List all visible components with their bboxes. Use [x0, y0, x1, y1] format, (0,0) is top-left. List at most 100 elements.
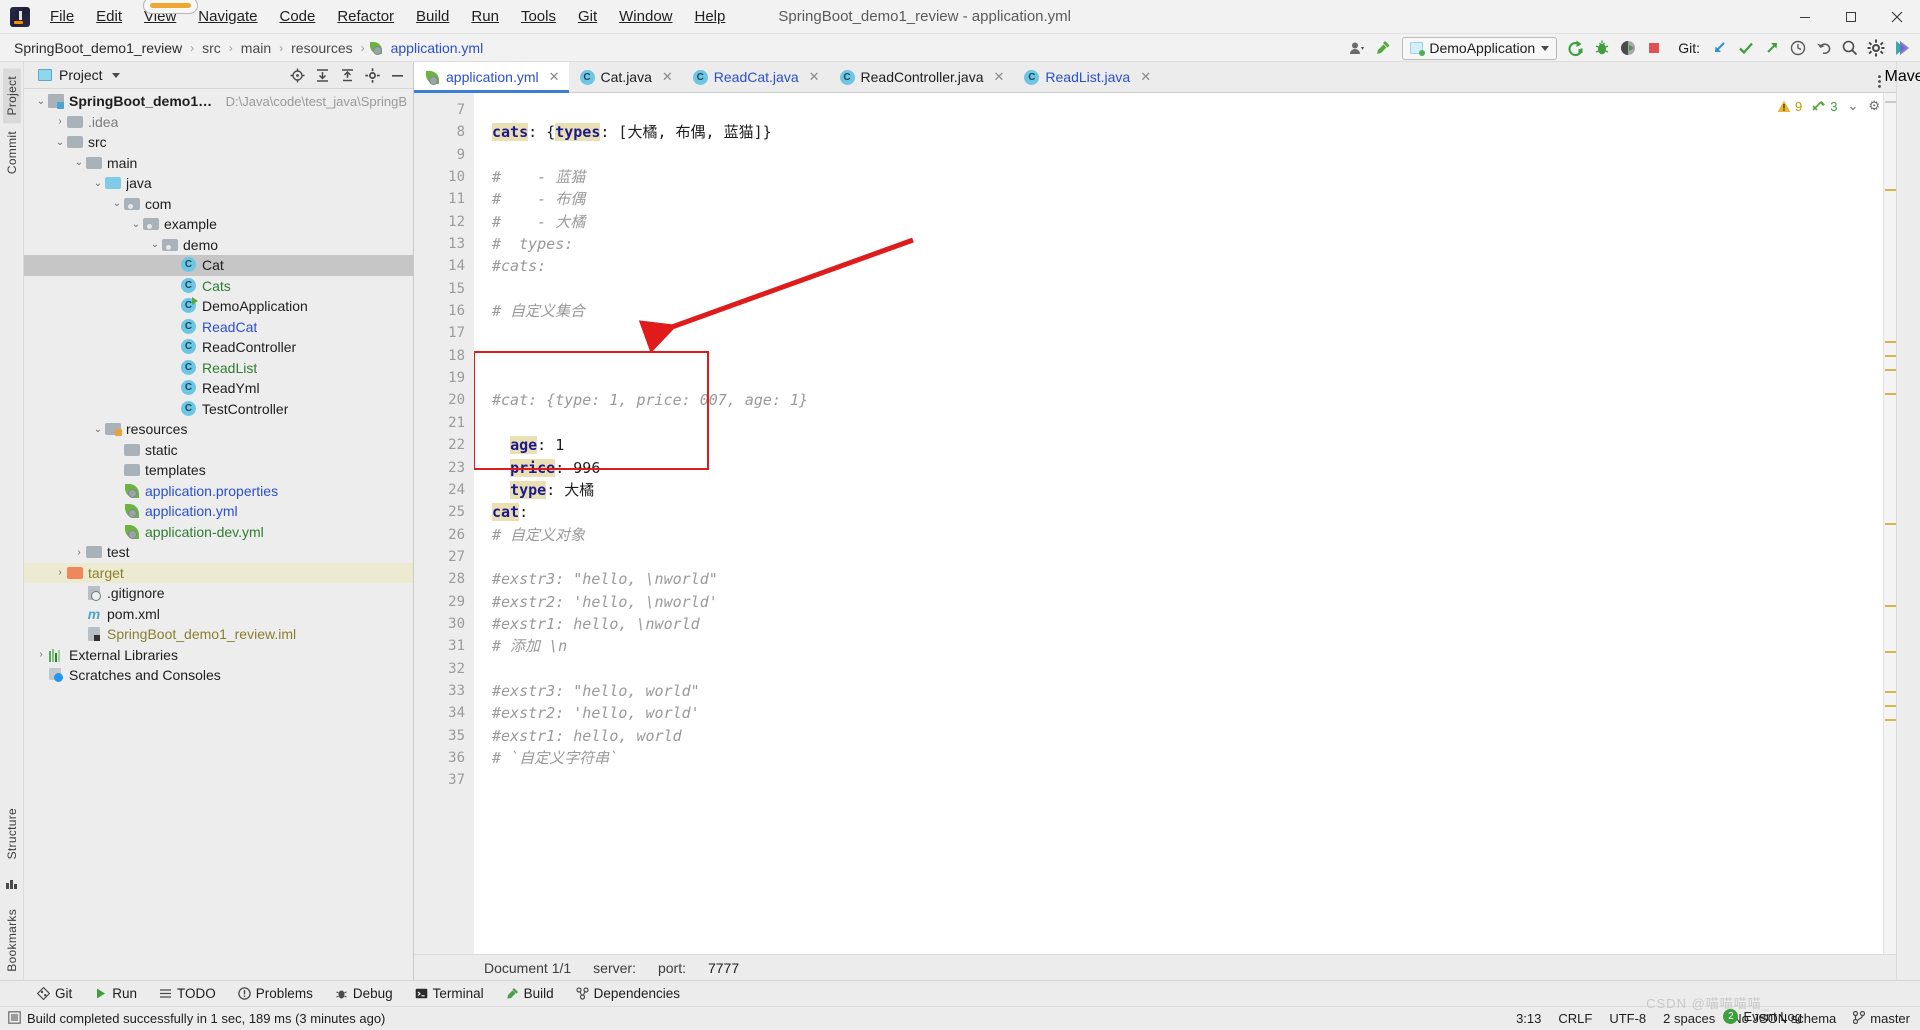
close-icon[interactable]: ✕	[662, 69, 673, 85]
run-configuration-selector[interactable]: DemoApplication	[1402, 36, 1558, 60]
tool-window-debug[interactable]: Debug	[324, 981, 404, 1007]
close-button[interactable]	[1874, 0, 1920, 34]
breadcrumb-src[interactable]: src	[198, 39, 225, 57]
breadcrumb-main[interactable]: main	[237, 39, 275, 57]
menu-run[interactable]: Run	[460, 5, 510, 28]
bookmarks-icon[interactable]	[5, 877, 19, 891]
tree-node-cat[interactable]: C Cat	[24, 255, 413, 276]
editor-tab-readlist-java[interactable]: C ReadList.java ✕	[1013, 62, 1160, 92]
file-encoding[interactable]: UTF-8	[1609, 1011, 1646, 1026]
menu-navigate[interactable]: Navigate	[187, 5, 268, 28]
editor-tab-application-yml[interactable]: application.yml ✕	[414, 62, 569, 93]
close-icon[interactable]: ✕	[549, 69, 560, 85]
code-line[interactable]: # 自定义对象	[474, 524, 1883, 546]
code-line[interactable]: #exstr2: 'hello, \nworld'	[474, 591, 1883, 613]
code-line[interactable]: #exstr1: hello, world	[474, 725, 1883, 747]
tree-node-application-properties[interactable]: application.properties	[24, 481, 413, 502]
run-icon[interactable]	[1564, 36, 1588, 60]
chevron-right-icon[interactable]: ›	[53, 115, 67, 129]
tree-node--gitignore[interactable]: .gitignore	[24, 583, 413, 604]
chevron-down-icon[interactable]: ⌄	[148, 238, 162, 252]
tree-node-testcontroller[interactable]: C TestController	[24, 399, 413, 420]
code-line[interactable]: # 添加 \n	[474, 635, 1883, 657]
code-line[interactable]	[474, 345, 1883, 367]
inspection-settings-icon[interactable]: ⚙	[1868, 98, 1880, 114]
code-line[interactable]	[474, 367, 1883, 389]
tree-node-com[interactable]: ⌄ com	[24, 194, 413, 215]
code-line[interactable]: type: 大橘	[474, 479, 1883, 501]
editor-tab-readcat-java[interactable]: C ReadCat.java ✕	[682, 62, 829, 92]
tree-node-test[interactable]: › test	[24, 542, 413, 563]
chevron-down-icon[interactable]: ⌄	[72, 156, 86, 170]
breadcrumb-file[interactable]: application.yml	[387, 39, 488, 57]
tree-node-target[interactable]: › target	[24, 562, 413, 583]
close-icon[interactable]: ✕	[809, 69, 820, 85]
code-line[interactable]: # `自定义字符串`	[474, 747, 1883, 769]
close-icon[interactable]: ✕	[993, 69, 1004, 85]
code-line[interactable]	[474, 658, 1883, 680]
caret-position[interactable]: 3:13	[1516, 1011, 1541, 1026]
menu-code[interactable]: Code	[268, 5, 326, 28]
project-tree[interactable]: ⌄ SpringBoot_demo1_review D:\Java\code\tes…	[24, 89, 413, 980]
tool-window-bar[interactable]: Git Run TODO Problems Debug Terminal Build Depe…	[0, 980, 1920, 1006]
code-line[interactable]: #exstr3: "hello, \nworld"	[474, 568, 1883, 590]
error-stripe-markers[interactable]	[1883, 93, 1896, 954]
code-line[interactable]: # 自定义集合	[474, 300, 1883, 322]
code-line[interactable]: # - 蓝猫	[474, 166, 1883, 188]
git-update-icon[interactable]	[1708, 36, 1732, 60]
sidebar-item-structure[interactable]: Structure	[3, 800, 21, 867]
chevron-down-icon[interactable]: ⌄	[129, 217, 143, 231]
chevron-down-icon[interactable]: ⌄	[110, 197, 124, 211]
collapse-all-icon[interactable]	[336, 64, 358, 86]
chevron-right-icon[interactable]: ›	[34, 648, 48, 662]
menu-refactor[interactable]: Refactor	[326, 5, 405, 28]
settings-gear-icon[interactable]	[1864, 36, 1888, 60]
settings-gear-icon[interactable]	[361, 64, 383, 86]
line-separator[interactable]: CRLF	[1558, 1011, 1592, 1026]
hide-panel-icon[interactable]	[386, 64, 408, 86]
code-line[interactable]: price: 996	[474, 457, 1883, 479]
minimize-button[interactable]	[1782, 0, 1828, 34]
code-line[interactable]: # - 布偶	[474, 188, 1883, 210]
tree-node-readlist[interactable]: C ReadList	[24, 358, 413, 379]
git-push-icon[interactable]	[1760, 36, 1784, 60]
editor-tab-cat-java[interactable]: C Cat.java ✕	[569, 62, 682, 92]
tree-node-scratches-and-consoles[interactable]: Scratches and Consoles	[24, 665, 413, 686]
code-line[interactable]: # - 大橘	[474, 211, 1883, 233]
tool-window-run[interactable]: Run	[83, 981, 148, 1007]
tree-node-application-yml[interactable]: application.yml	[24, 501, 413, 522]
chevron-right-icon[interactable]: ›	[53, 566, 67, 580]
tree-node--idea[interactable]: › .idea	[24, 112, 413, 133]
indent-setting[interactable]: 2 spaces	[1663, 1011, 1715, 1026]
tree-node-readyml[interactable]: C ReadYml	[24, 378, 413, 399]
tree-node-external-libraries[interactable]: › External Libraries	[24, 645, 413, 666]
tree-node-main[interactable]: ⌄ main	[24, 153, 413, 174]
code-line[interactable]	[474, 769, 1883, 791]
menu-file[interactable]: File	[39, 5, 85, 28]
history-icon[interactable]	[1786, 36, 1810, 60]
git-branch-name[interactable]: master	[1870, 1011, 1910, 1026]
menu-git[interactable]: Git	[567, 5, 608, 28]
code-line[interactable]: #exstr1: hello, \nworld	[474, 613, 1883, 635]
code-line[interactable]	[474, 322, 1883, 344]
tree-node-demoapplication[interactable]: C DemoApplication	[24, 296, 413, 317]
tool-window-todo[interactable]: TODO	[148, 981, 227, 1007]
tree-node-static[interactable]: static	[24, 440, 413, 461]
code-content[interactable]: cats: {types: [大橘, 布偶, 蓝猫]} # - 蓝猫 # - 布偶…	[474, 93, 1883, 954]
chevron-down-icon[interactable]	[111, 72, 120, 78]
chevron-down-icon[interactable]: ⌄	[91, 422, 105, 436]
menu-tools[interactable]: Tools	[510, 5, 567, 28]
sidebar-item-bookmarks[interactable]: Bookmarks	[3, 901, 21, 980]
tree-node-readcontroller[interactable]: C ReadController	[24, 337, 413, 358]
editor-tab-readcontroller-java[interactable]: C ReadController.java ✕	[829, 62, 1014, 92]
tool-window-git[interactable]: Git	[26, 981, 83, 1007]
maximize-button[interactable]	[1828, 0, 1874, 34]
chevron-down-icon[interactable]: ⌄	[34, 94, 48, 108]
code-line[interactable]: #cat: {type: 1, price: 007, age: 1}	[474, 389, 1883, 411]
tree-node-example[interactable]: ⌄ example	[24, 214, 413, 235]
tree-node-demo[interactable]: ⌄ demo	[24, 235, 413, 256]
debug-icon[interactable]	[1590, 36, 1614, 60]
run-coverage-icon[interactable]	[1616, 36, 1640, 60]
code-line[interactable]	[474, 99, 1883, 121]
tool-window-problems[interactable]: Problems	[227, 981, 324, 1007]
